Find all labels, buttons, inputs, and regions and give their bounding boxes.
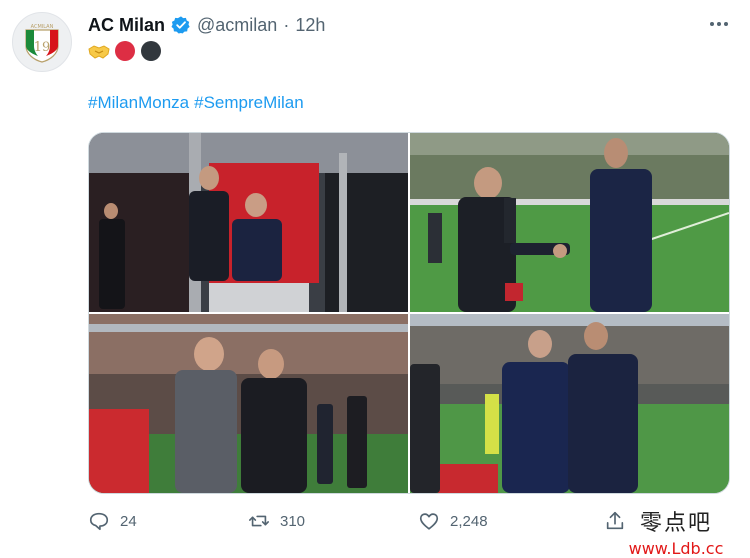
photo-2[interactable] xyxy=(410,133,729,312)
verified-badge-icon xyxy=(171,16,190,34)
photo-4[interactable] xyxy=(410,314,729,493)
retweet-count: 310 xyxy=(280,512,306,530)
hashtags: #MilanMonza #SempreMilan xyxy=(88,92,309,114)
timestamp[interactable]: 12h xyxy=(295,13,325,37)
reply-icon xyxy=(89,512,109,531)
black-circle-emoji-icon xyxy=(141,41,161,61)
watermark-url: www.Ldb.cc xyxy=(628,539,724,558)
photo-3[interactable] xyxy=(89,314,408,493)
retweet-icon xyxy=(249,515,269,527)
handshake-emoji-icon xyxy=(88,45,110,59)
avatar[interactable]: 19 ACMILAN xyxy=(12,12,72,72)
reply-button[interactable]: 24 xyxy=(88,510,137,532)
retweet-button[interactable]: 310 xyxy=(248,510,305,532)
like-count: 2,248 xyxy=(450,512,488,530)
hashtag-milanmonza[interactable]: #MilanMonza xyxy=(88,93,189,112)
more-options-icon[interactable] xyxy=(706,14,732,34)
emoji-row xyxy=(88,40,162,62)
milan-crest-icon: 19 ACMILAN xyxy=(25,24,59,63)
svg-text:19: 19 xyxy=(34,40,51,55)
heart-icon xyxy=(419,513,439,530)
red-circle-emoji-icon xyxy=(115,41,135,61)
svg-text:ACMILAN: ACMILAN xyxy=(31,24,54,30)
watermark-chinese-text: 零点吧 xyxy=(639,511,712,536)
media-grid xyxy=(88,132,730,494)
watermark: 零点吧 www.Ldb.cc xyxy=(606,505,746,558)
tweet-header: AC Milan @acmilan · 12h xyxy=(88,13,325,37)
hashtag-sempremilan[interactable]: #SempreMilan xyxy=(194,93,304,112)
like-button[interactable]: 2,248 xyxy=(418,510,488,532)
reply-count: 24 xyxy=(120,512,137,530)
display-name[interactable]: AC Milan xyxy=(88,13,165,37)
photo-1[interactable] xyxy=(89,133,408,312)
separator-dot: · xyxy=(283,15,290,35)
handle[interactable]: @acmilan xyxy=(197,13,277,37)
